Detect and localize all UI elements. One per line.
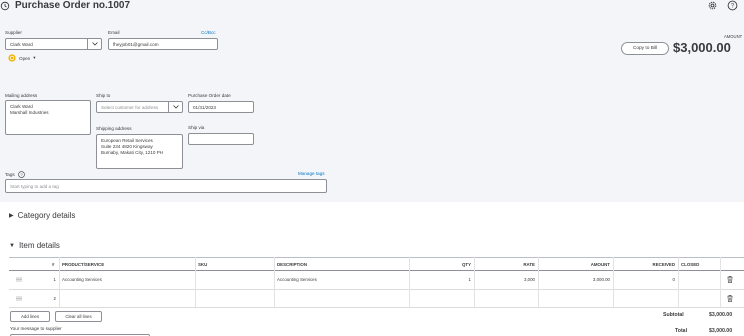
item-details-toggle[interactable]: ▼ Item details (9, 241, 60, 250)
amount-value: $3,000.00 (673, 40, 731, 55)
subtotal-value: $3,000.00 (709, 312, 733, 318)
drag-handle-icon[interactable] (16, 296, 22, 301)
trash-icon[interactable] (727, 295, 733, 302)
row-number: 2 (53, 296, 56, 301)
ship-via-label: Ship via (188, 125, 205, 130)
email-value: fheyjob01@gmail.com (113, 41, 159, 47)
add-lines-button[interactable]: Add lines (10, 311, 50, 322)
po-date-field[interactable]: 01/31/2023 (188, 101, 254, 113)
status-badge[interactable]: Open ▾ (8, 54, 36, 62)
gear-icon[interactable] (707, 0, 718, 11)
drag-handle-icon[interactable] (16, 277, 22, 282)
po-date-value: 01/31/2023 (193, 104, 216, 110)
status-open-icon (8, 54, 16, 62)
copy-to-bill-button[interactable]: Copy to Bill (621, 42, 669, 55)
message-label: Your message to supplier (10, 326, 62, 331)
email-field[interactable]: fheyjob01@gmail.com (108, 38, 218, 50)
total-value: $3,000.00 (709, 328, 733, 334)
col-header-rate: RATE (523, 262, 535, 267)
amount-label: AMOUNT (724, 34, 743, 39)
tags-input[interactable]: Start typing to add a tag (5, 179, 327, 193)
col-header-amount: AMOUNT (590, 262, 610, 267)
caret-down-icon: ▼ (9, 242, 15, 249)
info-icon[interactable]: ? (17, 171, 25, 178)
shipping-address-label: Shipping address (96, 126, 132, 131)
ship-to-placeholder: Select customer for address (101, 104, 159, 110)
ship-via-field[interactable] (188, 133, 254, 145)
trash-icon[interactable] (727, 276, 733, 283)
col-header-description: DESCRIPTION (277, 262, 308, 267)
col-header-received: RECEIVED (652, 262, 675, 267)
status-caret-icon: ▾ (33, 55, 36, 60)
tags-placeholder: Start typing to add a tag (10, 183, 59, 189)
caret-right-icon: ▶ (9, 213, 14, 219)
row-number: 1 (53, 277, 56, 282)
category-details-toggle[interactable]: ▶ Category details (9, 211, 75, 220)
row-amount[interactable]: 3,000.00 (538, 277, 610, 282)
row-qty[interactable]: 1 (409, 277, 471, 282)
supplier-select[interactable]: Clark Ward (5, 38, 102, 50)
status-value: Open (19, 55, 31, 61)
row-received: 0 (672, 277, 675, 282)
col-header-sku: SKU (198, 262, 208, 267)
po-date-label: Purchase Order date (188, 93, 231, 98)
tags-header: Tags ? (5, 171, 25, 178)
row-product[interactable]: Accounting Services (62, 277, 102, 282)
supplier-value: Clark Ward (10, 41, 33, 47)
email-label: Email (108, 30, 120, 35)
tags-label: Tags (5, 172, 15, 177)
mailing-address-line: Marshall Industries (10, 110, 49, 115)
total-label: Total (675, 328, 688, 334)
mailing-address-label: Mailing address (5, 93, 38, 98)
help-icon[interactable]: ? (727, 0, 738, 11)
mailing-address-field[interactable]: Clark Ward Marshall Industries (5, 100, 91, 135)
svg-text:?: ? (731, 4, 735, 10)
row-rate[interactable]: 3,000 (474, 277, 535, 282)
col-header-closed: CLOSED (681, 262, 700, 267)
page-title: Purchase Order no.1007 (15, 0, 131, 11)
cc-bcc-link[interactable]: Cc/Bcc (201, 30, 216, 35)
col-header-num: # (52, 262, 55, 267)
chevron-down-icon[interactable] (168, 102, 182, 112)
row-description[interactable]: Accounting Services (277, 277, 317, 282)
chevron-down-icon[interactable] (87, 39, 101, 49)
col-header-qty: QTY (461, 262, 471, 267)
svg-text:?: ? (20, 172, 23, 177)
manage-tags-link[interactable]: Manage tags (298, 171, 325, 176)
category-details-title: Category details (17, 211, 76, 220)
history-icon[interactable] (0, 1, 10, 11)
item-details-title: Item details (18, 241, 60, 250)
shipping-address-line: Burnaby, Makati City, 1210 PH (101, 150, 164, 155)
col-header-product: PRODUCT/SERVICE (62, 262, 105, 267)
shipping-address-field[interactable]: European Retail Services Suite 234 4820 … (96, 134, 183, 169)
ship-to-label: Ship to (96, 93, 111, 98)
supplier-label: Supplier (5, 30, 22, 35)
ship-to-select[interactable]: Select customer for address (96, 101, 183, 113)
clear-all-lines-button[interactable]: Clear all lines (55, 311, 102, 322)
subtotal-label: Subtotal (663, 312, 684, 318)
